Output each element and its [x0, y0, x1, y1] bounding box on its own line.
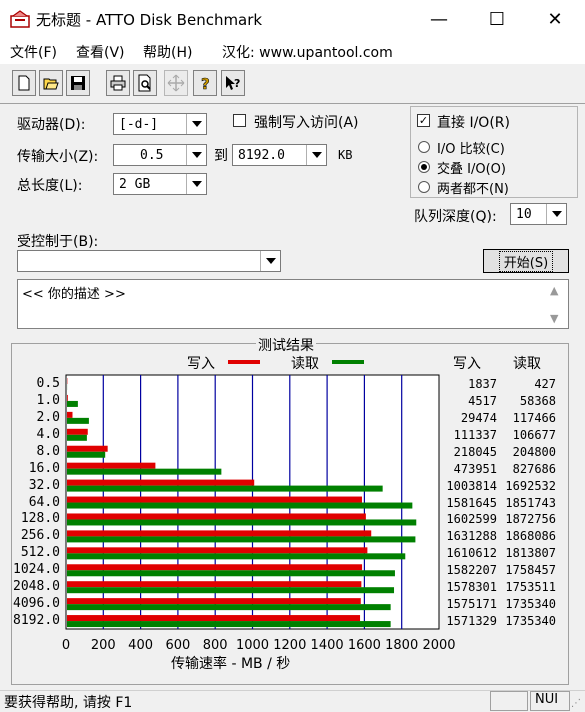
drive-select[interactable]: [-d-]: [113, 113, 207, 135]
checkmark-icon: ✓: [418, 114, 429, 127]
print-button[interactable]: [106, 70, 130, 96]
open-button[interactable]: [39, 70, 63, 96]
legend-read-swatch: [332, 360, 364, 364]
chevron-down-icon: [186, 114, 206, 134]
context-help-button[interactable]: ?: [221, 70, 245, 96]
menu-view[interactable]: 查看(V): [76, 42, 125, 62]
queue-depth-value: 10: [516, 206, 532, 222]
force-write-label: 强制写入访问(A): [254, 115, 359, 131]
total-length-select[interactable]: 2 GB: [113, 173, 207, 195]
drive-label: 驱动器(D):: [17, 117, 86, 133]
menu-localization[interactable]: 汉化: www.upantool.com: [222, 42, 393, 62]
status-panel-num: NUI: [530, 691, 570, 711]
app-icon: [10, 10, 30, 28]
queue-depth-label: 队列深度(Q):: [414, 209, 497, 225]
neither-label: 两者都不(N): [437, 182, 509, 197]
chevron-down-icon: [186, 174, 206, 194]
transfer-to-select[interactable]: 8192.0: [232, 144, 327, 166]
legend-write-label: 写入: [187, 356, 215, 372]
chevron-down-icon: [186, 145, 206, 165]
move-button[interactable]: [164, 70, 188, 96]
results-frame: [11, 343, 569, 685]
new-icon: [18, 75, 30, 91]
open-icon: [43, 78, 59, 90]
save-icon: [71, 76, 85, 90]
scroll-up-icon[interactable]: ▲: [550, 284, 558, 297]
status-text: 要获得帮助, 请按 F1: [4, 695, 133, 711]
io-compare-radio[interactable]: [418, 141, 430, 153]
save-button[interactable]: [66, 70, 90, 96]
io-compare-label: I/O 比较(C): [437, 142, 505, 157]
to-label: 到: [214, 148, 228, 164]
move-icon: [167, 74, 185, 92]
chevron-down-icon: [306, 145, 326, 165]
resize-grip-icon[interactable]: ⋰: [571, 698, 581, 709]
transfer-from-select[interactable]: 0.5: [113, 144, 207, 166]
minimize-button[interactable]: —: [410, 0, 468, 38]
close-icon: ✕: [547, 8, 563, 30]
x-axis-label: 传输速率 - MB / 秒: [171, 656, 291, 672]
help-button[interactable]: ?: [193, 70, 217, 96]
print-preview-icon: [138, 74, 151, 92]
context-help-icon: ?: [226, 76, 240, 90]
drive-value: [-d-]: [119, 116, 159, 132]
status-panel-empty: [490, 691, 528, 711]
chevron-down-icon: [546, 204, 566, 224]
transfer-to-value: 8192.0: [238, 147, 285, 163]
menu-file[interactable]: 文件(F): [10, 42, 57, 62]
kb-unit-label: KB: [338, 148, 353, 162]
print-icon: [110, 75, 126, 91]
print-preview-button[interactable]: [133, 70, 157, 96]
close-button[interactable]: ✕: [526, 0, 584, 38]
total-length-value: 2 GB: [119, 176, 151, 192]
chevron-down-icon: [260, 251, 280, 271]
minimize-icon: —: [430, 8, 448, 30]
read-column-header: 读取: [513, 356, 541, 372]
controlled-by-select[interactable]: [17, 250, 281, 272]
controlled-by-label: 受控制于(B):: [17, 234, 99, 250]
svg-text:?: ?: [234, 77, 240, 90]
window-title: 无标题 - ATTO Disk Benchmark: [36, 11, 263, 29]
overlap-io-label: 交叠 I/O(O): [437, 162, 506, 177]
direct-io-checkbox[interactable]: ✓: [417, 114, 430, 127]
new-button[interactable]: [12, 70, 36, 96]
overlap-io-radio[interactable]: [418, 161, 430, 173]
legend-read-label: 读取: [291, 356, 319, 372]
write-column-header: 写入: [453, 356, 481, 372]
direct-io-label: 直接 I/O(R): [437, 115, 510, 131]
transfer-size-label: 传输大小(Z):: [17, 149, 99, 165]
scroll-down-icon[interactable]: ▼: [550, 312, 558, 325]
maximize-button[interactable]: ☐: [468, 0, 526, 38]
maximize-icon: ☐: [488, 8, 506, 30]
force-write-checkbox[interactable]: [233, 114, 246, 127]
neither-radio[interactable]: [418, 181, 430, 193]
legend-write-swatch: [228, 360, 260, 364]
results-title: 测试结果: [256, 335, 316, 355]
description-text: << 你的描述 >>: [22, 287, 126, 302]
queue-depth-select[interactable]: 10: [510, 203, 567, 225]
total-length-label: 总长度(L):: [17, 178, 83, 194]
menu-help[interactable]: 帮助(H): [143, 42, 192, 62]
start-button-label: 开始(S): [498, 250, 554, 272]
transfer-from-value: 0.5: [140, 147, 164, 163]
help-icon: ?: [201, 75, 210, 92]
svg-text:?: ?: [201, 75, 210, 92]
start-button[interactable]: 开始(S): [483, 249, 569, 273]
